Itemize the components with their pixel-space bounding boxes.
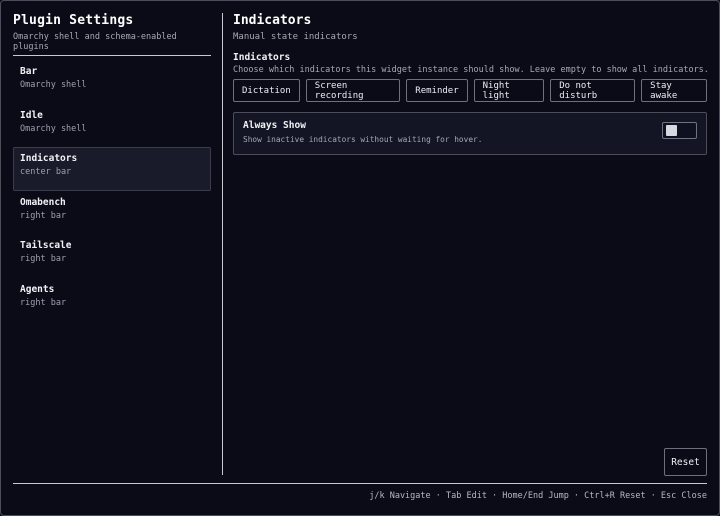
always-show-toggle[interactable] [662, 122, 697, 139]
sidebar-item-tailscale[interactable]: Tailscale right bar [13, 234, 211, 278]
always-show-setting[interactable]: Always Show Show inactive indicators wit… [233, 112, 707, 155]
settings-panel: Indicators Manual state indicators Indic… [233, 13, 709, 476]
sidebar-item-meta: right bar [20, 254, 67, 264]
option-screen-recording[interactable]: Screen recording [305, 79, 401, 102]
option-dictation[interactable]: Dictation [233, 79, 300, 102]
toggle-knob [666, 125, 677, 136]
sidebar-item-agents[interactable]: Agents right bar [13, 278, 211, 322]
plugin-sidebar: Plugin Settings Omarchy shell and schema… [13, 13, 211, 475]
sidebar-item-meta: Omarchy shell [20, 80, 87, 90]
sidebar-item-name: Omabench [20, 196, 66, 208]
sidebar-item-bar[interactable]: Bar Omarchy shell [13, 60, 211, 104]
option-night-light[interactable]: Night light [473, 79, 545, 102]
reset-button[interactable]: Reset [664, 448, 707, 476]
sidebar-item-meta: right bar [20, 297, 67, 308]
always-show-help: Show inactive indicators without waiting… [243, 135, 483, 144]
sidebar-item-name: Agents [20, 283, 55, 295]
sidebar-item-name: Idle [20, 109, 43, 121]
option-do-not-disturb[interactable]: Do not disturb [550, 79, 636, 102]
sidebar-title: Plugin Settings [13, 13, 134, 28]
sidebar-item-name: Tailscale [20, 240, 72, 251]
keyboard-hints: j/k Navigate · Tab Edit · Home/End Jump … [369, 491, 707, 501]
sidebar-item-indicators[interactable]: Indicators center bar [13, 147, 211, 191]
plugin-list: Bar Omarchy shell Idle Omarchy shell Ind… [13, 60, 211, 321]
page-title: Indicators [233, 13, 312, 28]
indicators-field-label: Indicators [233, 52, 291, 63]
pane-divider [222, 13, 223, 475]
sidebar-item-idle[interactable]: Idle Omarchy shell [13, 104, 211, 148]
sidebar-item-omabench[interactable]: Omabench right bar [13, 191, 211, 235]
footer-rule [13, 483, 707, 484]
sidebar-item-meta: center bar [20, 167, 72, 177]
sidebar-item-meta: Omarchy shell [20, 123, 87, 134]
option-reminder[interactable]: Reminder [406, 79, 468, 102]
page-subtitle: Manual state indicators [233, 32, 358, 42]
always-show-title: Always Show [243, 120, 306, 131]
option-stay-awake[interactable]: Stay awake [641, 79, 707, 102]
sidebar-item-name: Indicators [20, 153, 78, 164]
sidebar-item-meta: right bar [20, 210, 67, 221]
indicators-field-help: Choose which indicators this widget inst… [233, 65, 709, 75]
indicator-options: Dictation Screen recording Reminder Nigh… [233, 79, 707, 102]
sidebar-rule [13, 55, 211, 56]
sidebar-subtitle: Omarchy shell and schema-enabled plugins [13, 32, 177, 52]
sidebar-item-name: Bar [20, 66, 38, 77]
